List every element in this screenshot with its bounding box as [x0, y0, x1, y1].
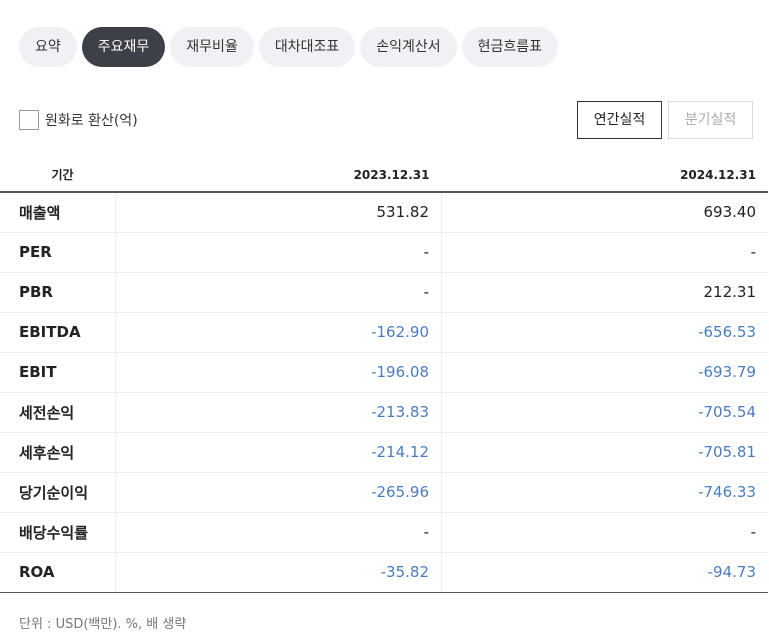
- cell-value: 531.82: [115, 192, 442, 233]
- row-label: 세전손익: [0, 391, 116, 433]
- column-header: 2023.12.31: [115, 160, 442, 193]
- tab-balance-sheet[interactable]: 대차대조표: [258, 27, 356, 67]
- table-row: 매출액 531.82 693.40: [0, 192, 768, 233]
- column-header: 2024.12.31: [441, 160, 768, 193]
- cell-value: -94.73: [441, 552, 768, 593]
- quarterly-button[interactable]: 분기실적: [668, 101, 753, 139]
- annual-button[interactable]: 연간실적: [577, 101, 662, 139]
- cell-value: -705.54: [441, 391, 768, 433]
- period-selector: 연간실적 분기실적: [577, 101, 753, 139]
- cell-value: -: [115, 512, 442, 553]
- cell-value: -693.79: [441, 352, 768, 393]
- row-label: 배당수익률: [0, 512, 116, 553]
- krw-convert-checkbox[interactable]: [19, 110, 39, 130]
- row-label: PER: [0, 232, 116, 273]
- table-row: PBR -212.31: [0, 272, 768, 313]
- row-label: 매출액: [0, 192, 116, 233]
- cell-value: -746.33: [441, 472, 768, 513]
- row-label: EBITDA: [0, 312, 116, 353]
- cell-value: -213.83: [115, 391, 442, 433]
- krw-convert-label: 원화로 환산(억): [45, 113, 138, 129]
- tab-cash-flow[interactable]: 현금흐름표: [461, 27, 559, 67]
- currency-toggle[interactable]: 원화로 환산(억): [19, 110, 138, 130]
- cell-value: -35.82: [115, 552, 442, 593]
- row-label: 세후손익: [0, 432, 116, 473]
- cell-value: -196.08: [115, 352, 442, 393]
- table-row: 세후손익 -214.12 -705.81: [0, 432, 768, 473]
- tab-key-financials[interactable]: 주요재무: [81, 27, 166, 67]
- cell-value: -: [115, 272, 442, 313]
- cell-value: -705.81: [441, 432, 768, 473]
- row-label: 당기순이익: [0, 472, 116, 513]
- table-header-row: 기간 2023.12.31 2024.12.31: [0, 160, 768, 193]
- cell-value: -: [441, 232, 768, 273]
- financials-table: 기간 2023.12.31 2024.12.31 매출액 531.82 693.40…: [0, 160, 768, 593]
- cell-value: -265.96: [115, 472, 442, 513]
- cell-value: -656.53: [441, 312, 768, 353]
- tab-bar: 요약 주요재무 재무비율 대차대조표 손익계산서 현금흐름표: [19, 27, 559, 67]
- table-row: 배당수익률 - -: [0, 512, 768, 553]
- row-label: PBR: [0, 272, 116, 313]
- cell-value: -: [115, 232, 442, 273]
- cell-value: -162.90: [115, 312, 442, 353]
- table-row: 세전손익 -213.83 -705.54: [0, 391, 768, 433]
- unit-footnote: 단위 : USD(백만). %, 배 생략: [19, 617, 187, 632]
- table-row: 당기순이익 -265.96 -746.33: [0, 472, 768, 513]
- row-label: ROA: [0, 552, 116, 593]
- tab-summary[interactable]: 요약: [19, 27, 77, 67]
- row-label: EBIT: [0, 352, 116, 393]
- table-row: ROA -35.82 -94.73: [0, 552, 768, 593]
- tab-financial-ratios[interactable]: 재무비율: [170, 27, 254, 67]
- table-row: PER - -: [0, 232, 768, 273]
- cell-value: -: [441, 512, 768, 553]
- period-header: 기간: [0, 160, 115, 193]
- table-row: EBITDA -162.90 -656.53: [0, 312, 768, 353]
- cell-value: 212.31: [441, 272, 768, 313]
- table-row: EBIT -196.08 -693.79: [0, 352, 768, 393]
- cell-value: 693.40: [441, 192, 768, 233]
- cell-value: -214.12: [115, 432, 442, 473]
- tab-income-statement[interactable]: 손익계산서: [360, 27, 457, 67]
